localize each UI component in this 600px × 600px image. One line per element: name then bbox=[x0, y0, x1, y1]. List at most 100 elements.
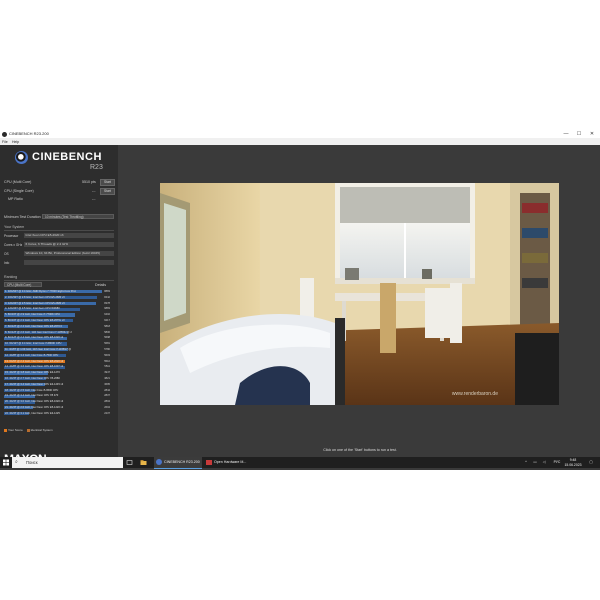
ranking-cpu-label: 10. 6C/12T @ 3.4 GHz, Intel Core i7-6800… bbox=[5, 342, 62, 346]
cpu-single-label: CPU (Single Core) bbox=[4, 189, 34, 193]
ranking-row[interactable]: 11. 4C/8T @ 1.69 GHz, 11th Gen Intel Cor… bbox=[4, 348, 114, 352]
ranking-row[interactable]: 8. 6C/12T @ 2.6 GHz, 11th Gen Intel Core… bbox=[4, 331, 114, 335]
your-score-swatch bbox=[4, 428, 7, 432]
taskbar-app-label: Open Hardware M... bbox=[214, 460, 247, 464]
duration-dropdown[interactable]: 10 minutes (Test Throttling) bbox=[42, 214, 114, 219]
close-button[interactable]: ✕ bbox=[587, 130, 597, 138]
network-icon[interactable]: ▭ bbox=[531, 457, 539, 468]
ranking-cpu-label: 6. 8C/16T @ 2.3 GHz, Intel Xeon CPU E5-2… bbox=[5, 319, 65, 322]
ranking-score: 5806 bbox=[104, 330, 110, 334]
processor-label: Processor bbox=[4, 234, 19, 238]
cpu-multi-label: CPU (Multi Core) bbox=[4, 180, 32, 184]
taskbar-app-cinebench[interactable]: CINEBENCH R23.200 bbox=[154, 457, 202, 469]
ranking-filter-dropdown[interactable]: CPU (Multi Core) bbox=[4, 282, 42, 287]
ranking-row[interactable]: 4. 12C/24T @ 3.5 GHz, Intel Xeon CPU W36… bbox=[4, 307, 114, 311]
ranking-cpu-label: 5. 8C/16T @ 2.9 GHz, Intel Core i7-7700K… bbox=[5, 313, 60, 317]
ranking-row[interactable]: 1. 32C/64T @ 3.4 GHz, AMD Ryzen 7 7700X … bbox=[4, 290, 114, 294]
ranking-row[interactable]: 10. 6C/12T @ 3.4 GHz, Intel Core i7-6800… bbox=[4, 342, 114, 346]
ranking-cpu-label: 19. 4C/4T @ 3.4 GHz, Intel Xeon CPU X5 4… bbox=[5, 394, 59, 398]
menu-help[interactable]: Help bbox=[12, 140, 19, 144]
ranking-row[interactable]: 2. 16C/32T @ 2.8 GHz, Intel Xeon CPU E5-… bbox=[4, 296, 114, 300]
ranking-cpu-label: 8. 6C/12T @ 2.6 GHz, 11th Gen Intel Core… bbox=[5, 330, 72, 334]
brand-name: CINEBENCH bbox=[32, 151, 102, 163]
ranking-score: 3947 bbox=[104, 371, 110, 375]
ranking-row[interactable]: 3. 12C/24T @ 2.5 GHz, Intel Xeon CPU E5-… bbox=[4, 302, 114, 306]
ranking-cpu-label: 7. 6C/12T @ 2.4 GHz, Intel Xeon CPU E5-2… bbox=[5, 324, 62, 328]
ranking-legend: Your Score Identical System bbox=[4, 428, 53, 432]
cpu-multi-start-button[interactable]: Start bbox=[100, 179, 115, 186]
ranking-cpu-label: 16. 4C/4T @ 2.7 GHz, Intel Xeon CPU X5-2… bbox=[5, 377, 60, 380]
ranking-score: 6883 bbox=[104, 307, 110, 311]
menu-file[interactable]: File bbox=[2, 140, 8, 144]
notifications-icon[interactable]: ▢ bbox=[587, 457, 595, 468]
file-explorer-icon[interactable] bbox=[140, 459, 147, 466]
ranking-row[interactable]: 5. 8C/16T @ 2.9 GHz, Intel Core i7-7700K… bbox=[4, 313, 114, 317]
details-toggle[interactable]: Details bbox=[95, 283, 106, 287]
ranking-row[interactable]: 14. 4C/8T @ 3.6 GHz, Intel Xeon CPU E5-1… bbox=[4, 365, 114, 369]
ranking-row[interactable]: 17. 4C/4T @ 3.4 GHz, Intel Xeon CPU E3-1… bbox=[4, 383, 114, 387]
minimize-button[interactable]: — bbox=[561, 130, 571, 138]
ranking-heading: Ranking bbox=[4, 275, 18, 279]
render-scene: www.renderbaron.de bbox=[160, 183, 559, 405]
brand-version: R23 bbox=[90, 164, 103, 171]
cinebench-taskbar-icon bbox=[156, 459, 162, 465]
windows-start-icon[interactable] bbox=[0, 457, 12, 468]
ranking-cpu-label: 3. 12C/24T @ 2.5 GHz, Intel Xeon CPU E5-… bbox=[5, 301, 65, 305]
ranking-row[interactable]: 9. 6C/12T @ 2.4 GHz, Intel Xeon CPU E5-1… bbox=[4, 336, 114, 340]
ranking-score: 5510 bbox=[104, 359, 110, 363]
ranking-row[interactable]: 19. 4C/4T @ 3.4 GHz, Intel Xeon CPU X5 4… bbox=[4, 394, 114, 398]
cpu-single-score: --- bbox=[92, 189, 96, 193]
ranking-score: 8378 bbox=[104, 301, 110, 305]
ranking-row[interactable]: 20. 4C/4T @ 3.0 GHz, Intel Xeon CPU E5-1… bbox=[4, 400, 114, 404]
ranking-score: 5511 bbox=[104, 365, 110, 369]
task-view-icon[interactable] bbox=[126, 459, 133, 466]
ranking-cpu-label: 4. 12C/24T @ 3.5 GHz, Intel Xeon CPU W36… bbox=[5, 307, 60, 311]
ranking-cpu-label: 2. 16C/32T @ 2.8 GHz, Intel Xeon CPU E5-… bbox=[5, 295, 65, 299]
ranking-score: 2844 bbox=[104, 388, 110, 392]
ranking-row[interactable]: 22. 4C/4T @ 3.1 GHz, Intel Xeon CPU E3-1… bbox=[4, 412, 114, 416]
ranking-row[interactable]: 16. 4C/4T @ 2.7 GHz, Intel Xeon CPU X5-2… bbox=[4, 377, 114, 381]
ranking-score: 8442 bbox=[104, 295, 110, 299]
clock[interactable]: 9:48 15.06.2023 bbox=[562, 457, 584, 468]
clock-time: 9:48 bbox=[569, 458, 577, 462]
cores-label: Cores x GHz bbox=[4, 243, 23, 247]
render-watermark: www.renderbaron.de bbox=[452, 391, 498, 397]
ranking-cpu-label: 21. 4C/4T @ 2.6 GHz, Intel Xeon CPU E5-1… bbox=[5, 406, 64, 409]
left-panel: CINEBENCH R23 CPU (Multi Core) 5510 pts … bbox=[0, 145, 118, 466]
menu-bar: File Help bbox=[0, 138, 600, 145]
hardware-monitor-icon bbox=[206, 459, 212, 465]
ranking-cpu-label: 15. 4C/4T @ 3.8 GHz, Intel Xeon CPU E3-1… bbox=[5, 371, 60, 375]
identical-system-swatch bbox=[26, 428, 30, 432]
taskbar-search[interactable]: ⌕ Поиск bbox=[12, 457, 123, 468]
ranking-score: 5698 bbox=[104, 336, 110, 340]
search-placeholder: Поиск bbox=[26, 460, 38, 465]
legend-identical-system: Identical System bbox=[30, 428, 53, 432]
ranking-row[interactable]: 6. 8C/16T @ 2.3 GHz, Intel Xeon CPU E5-2… bbox=[4, 319, 114, 323]
cpu-single-start-button[interactable]: Start bbox=[100, 188, 115, 195]
ranking-row[interactable]: 7. 6C/12T @ 2.4 GHz, Intel Xeon CPU E5-2… bbox=[4, 325, 114, 329]
search-icon: ⌕ bbox=[15, 459, 18, 465]
taskbar-app-hardware-monitor[interactable]: Open Hardware M... bbox=[204, 457, 252, 468]
ranking-score: 5603 bbox=[104, 353, 110, 357]
info-label: Info bbox=[4, 261, 10, 265]
ranking-cpu-label: 11. 4C/8T @ 1.69 GHz, 11th Gen Intel Cor… bbox=[5, 348, 72, 351]
ranking-row[interactable]: 18. 4C/4T @ 2.5 GHz, Intel Core i5-6500 … bbox=[4, 389, 114, 393]
ranking-cpu-label: 9. 6C/12T @ 2.4 GHz, Intel Xeon CPU E5-1… bbox=[5, 336, 64, 340]
ranking-score: 2237 bbox=[104, 411, 110, 415]
info-field[interactable] bbox=[24, 260, 114, 265]
volume-icon[interactable]: ◁ bbox=[540, 457, 548, 468]
tray-chevron-icon[interactable]: ^ bbox=[522, 457, 530, 468]
maximize-button[interactable]: ☐ bbox=[574, 130, 584, 138]
ranking-filter-value: CPU (Multi Core) bbox=[7, 283, 32, 287]
ranking-row[interactable]: 12. 4C/8T @ 3.4 GHz, Intel Core i5-7500 … bbox=[4, 354, 114, 358]
processor-value: Intel Xeon CPU E5-2620 v3 bbox=[24, 233, 114, 238]
ranking-row[interactable]: 15. 4C/4T @ 3.8 GHz, Intel Xeon CPU E3-1… bbox=[4, 371, 114, 375]
ranking-score: 5818 bbox=[104, 324, 110, 328]
ranking-row[interactable]: 21. 4C/4T @ 2.6 GHz, Intel Xeon CPU E5-1… bbox=[4, 406, 114, 410]
cores-value: 6 Cores, 6 Threads @ 2.4 GHz bbox=[24, 242, 114, 247]
duration-value: 10 minutes (Test Throttling) bbox=[45, 215, 84, 219]
os-value: Windows 10, 64 Bit, Professional Edition… bbox=[24, 251, 114, 256]
ranking-score: 2604 bbox=[104, 406, 110, 409]
ranking-score: 5780 bbox=[104, 348, 110, 351]
ranking-row[interactable]: 13. 6C/6T @ 2.4 GHz, Intel Xeon CPU E5-2… bbox=[4, 360, 114, 364]
